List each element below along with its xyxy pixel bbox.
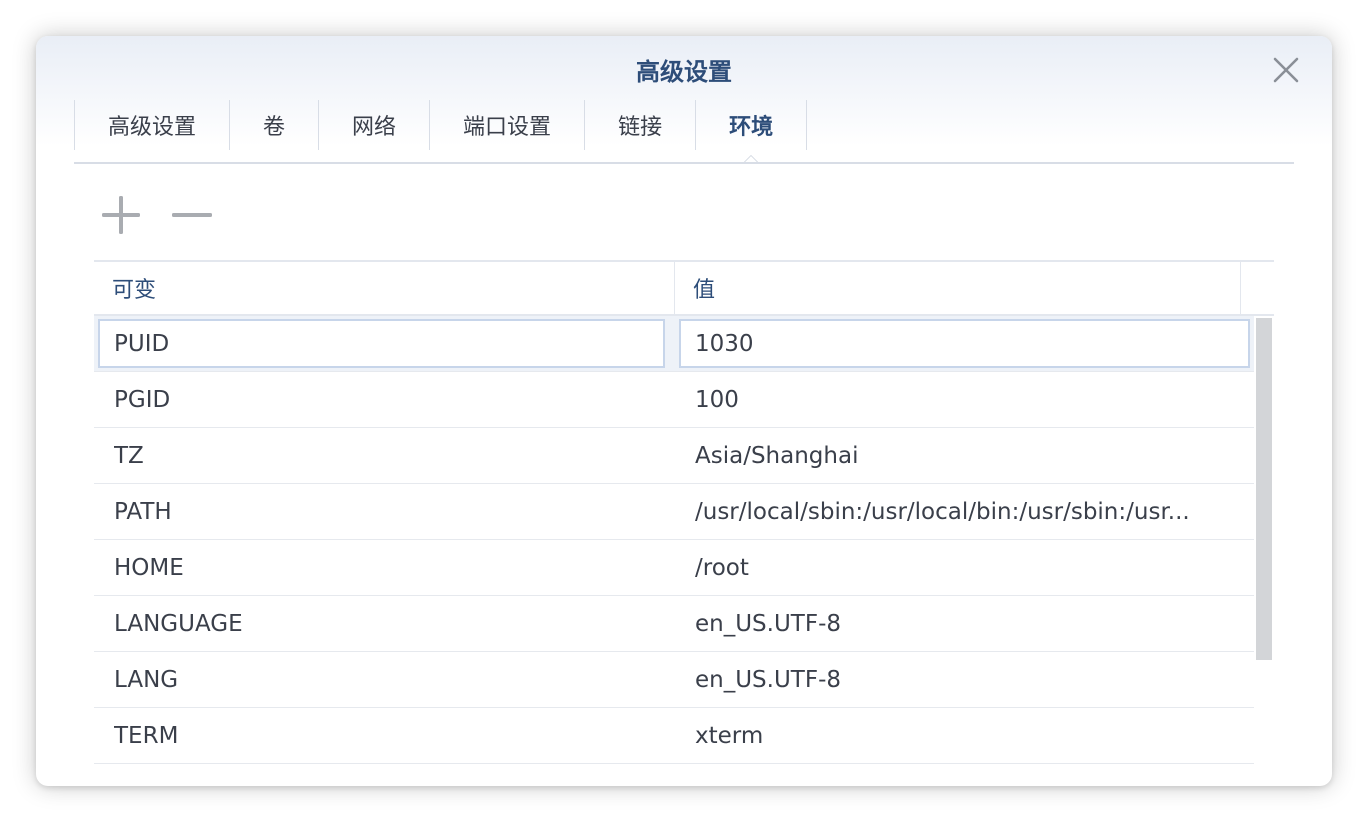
variable-value: Asia/Shanghai: [695, 442, 859, 469]
tab-environment[interactable]: 环境: [695, 100, 808, 164]
table-row[interactable]: PGID 100: [94, 372, 1254, 428]
tab-port-settings[interactable]: 端口设置: [429, 100, 584, 150]
table-row[interactable]: TZ Asia/Shanghai: [94, 428, 1254, 484]
close-button[interactable]: [1268, 52, 1304, 88]
value-cell[interactable]: xterm: [675, 708, 1254, 763]
remove-variable-button[interactable]: [169, 192, 215, 238]
value-edit-field[interactable]: 1030: [679, 319, 1250, 368]
plus-icon: [102, 196, 140, 234]
table-header: 可变 值: [94, 260, 1274, 316]
variable-name: LANG: [114, 666, 179, 693]
tab-divider: [74, 162, 1294, 164]
variable-value: xterm: [695, 722, 764, 749]
add-variable-button[interactable]: [98, 192, 144, 238]
variable-name: PUID: [114, 330, 170, 357]
variable-name: TERM: [114, 722, 179, 749]
variable-edit-field[interactable]: PUID: [98, 319, 665, 368]
close-icon: [1273, 57, 1299, 83]
variable-cell[interactable]: TZ: [94, 428, 675, 483]
table-row[interactable]: LANG en_US.UTF-8: [94, 652, 1254, 708]
variable-value: /root: [695, 554, 749, 581]
variable-name: PATH: [114, 498, 172, 525]
variable-value: 1030: [695, 330, 754, 357]
table-row[interactable]: TERM xterm: [94, 708, 1254, 764]
variable-value: /usr/local/sbin:/usr/local/bin:/usr/sbin…: [695, 498, 1190, 525]
tab-label: 卷: [263, 115, 286, 140]
variable-cell[interactable]: LANG: [94, 652, 675, 707]
table-row[interactable]: HOME /root: [94, 540, 1254, 596]
value-cell[interactable]: Asia/Shanghai: [675, 428, 1254, 483]
dialog-title: 高级设置: [636, 58, 732, 86]
column-header-value[interactable]: 值: [675, 262, 1241, 314]
value-cell[interactable]: 1030: [675, 316, 1254, 371]
tab-label: 网络: [352, 115, 397, 140]
column-header-spacer: [1241, 262, 1274, 314]
table-scrollbar[interactable]: [1256, 318, 1272, 660]
variable-value: 100: [695, 386, 739, 413]
advanced-settings-dialog: 高级设置 高级设置 卷 网络 端口设置 链接 环境 可变 值 PUID 1030…: [36, 36, 1332, 786]
value-cell[interactable]: en_US.UTF-8: [675, 596, 1254, 651]
value-cell[interactable]: en_US.UTF-8: [675, 652, 1254, 707]
variable-name: LANGUAGE: [114, 610, 243, 637]
tab-label: 端口设置: [463, 115, 552, 140]
table-body: PUID 1030 PGID 100 TZ Asia/Shanghai PATH: [94, 316, 1254, 764]
minus-icon: [172, 213, 212, 217]
table-row[interactable]: PATH /usr/local/sbin:/usr/local/bin:/usr…: [94, 484, 1254, 540]
tab-label: 环境: [729, 115, 774, 140]
variable-cell[interactable]: PGID: [94, 372, 675, 427]
variable-name: PGID: [114, 386, 171, 413]
value-cell[interactable]: /root: [675, 540, 1254, 595]
table-row[interactable]: PUID 1030: [94, 316, 1254, 372]
tab-network[interactable]: 网络: [318, 100, 429, 150]
environment-table: 可变 值 PUID 1030 PGID 100 TZ Asia/Shanghai…: [94, 260, 1274, 764]
tab-links[interactable]: 链接: [584, 100, 695, 150]
tab-advanced-settings[interactable]: 高级设置: [74, 100, 229, 150]
variable-cell[interactable]: HOME: [94, 540, 675, 595]
variable-cell[interactable]: LANGUAGE: [94, 596, 675, 651]
variable-name: TZ: [114, 442, 144, 469]
variable-cell[interactable]: PATH: [94, 484, 675, 539]
variable-cell[interactable]: TERM: [94, 708, 675, 763]
variable-name: HOME: [114, 554, 184, 581]
value-cell[interactable]: 100: [675, 372, 1254, 427]
value-cell[interactable]: /usr/local/sbin:/usr/local/bin:/usr/sbin…: [675, 484, 1254, 539]
variable-value: en_US.UTF-8: [695, 610, 842, 637]
tab-bar: 高级设置 卷 网络 端口设置 链接 环境: [74, 100, 808, 164]
table-row[interactable]: LANGUAGE en_US.UTF-8: [94, 596, 1254, 652]
tab-label: 链接: [618, 115, 663, 140]
variable-cell[interactable]: PUID: [94, 316, 675, 371]
variable-value: en_US.UTF-8: [695, 666, 842, 693]
tab-label: 高级设置: [108, 115, 197, 140]
column-header-variable[interactable]: 可变: [94, 262, 675, 314]
tab-volume[interactable]: 卷: [229, 100, 318, 150]
